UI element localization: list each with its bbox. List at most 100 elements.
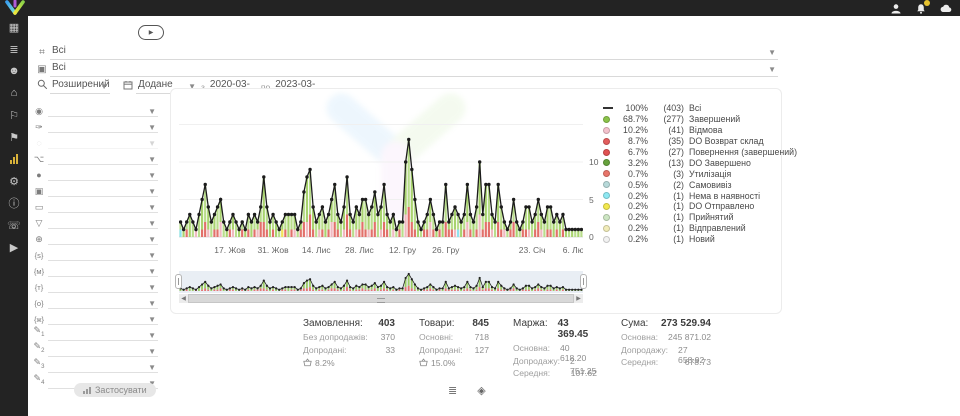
person-filter-select[interactable]: ▼ (48, 168, 158, 181)
sidebar-item-marketing-icon[interactable]: ⚑ (0, 126, 28, 148)
stat-title: Товари: (419, 318, 455, 329)
products-filter-row[interactable]: ▣ Всі ▼ (34, 61, 778, 77)
legend-dot-marker (603, 236, 616, 243)
chevron-down-icon: ▼ (148, 283, 156, 292)
structure-filter-select[interactable]: ▼ (48, 152, 158, 165)
funnel-filter-select[interactable]: ▼ (48, 216, 158, 229)
legend-item[interactable]: 8.7%(35)DO Возврат склад (603, 136, 779, 147)
legend-dot-marker (603, 214, 616, 221)
note-1-filter-select[interactable]: ▼ (48, 328, 158, 341)
sidebar-item-price-tags-icon[interactable]: ⚐ (0, 104, 28, 126)
sidebar-item-clients-icon[interactable]: ☻ (0, 60, 28, 82)
chart-scrollbar[interactable]: ◀ ▶ (179, 294, 583, 303)
legend-item[interactable]: 0.2%(1)Нема в наявності (603, 190, 779, 201)
package-icon[interactable]: ◈ (477, 384, 485, 397)
sidebar-item-automation-icon[interactable]: ⚙ (0, 170, 28, 192)
source-filter[interactable]: ⊕▼ (30, 230, 158, 245)
person-filter[interactable]: ●▼ (30, 166, 158, 181)
legend-label: Всі (689, 103, 701, 113)
sidebar-item-orders-icon[interactable]: ≣ (0, 38, 28, 60)
manager-filter-select[interactable]: ▼ (48, 120, 158, 133)
svg-text:14. Лис: 14. Лис (302, 245, 332, 255)
custom-field-m-filter-select[interactable]: ▼ (48, 264, 158, 277)
source-filter-select[interactable]: ▼ (48, 232, 158, 245)
custom-field-o-filter-select[interactable]: ▼ (48, 296, 158, 309)
custom-field-t-filter[interactable]: {т}▼ (30, 278, 158, 293)
user-icon[interactable] (890, 2, 902, 14)
products-filter-select[interactable]: Всі ▼ (50, 62, 778, 77)
main-content: ▶ ⌗ Всі ▼ ▣ Всі ▼ Розширений ▼ (28, 16, 960, 416)
legend-item[interactable]: 100%(403)Всі (603, 103, 779, 114)
scroll-left-icon[interactable]: ◀ (179, 295, 188, 302)
scrollbar-thumb[interactable] (188, 294, 574, 303)
geo-filter-select[interactable]: ▼ (48, 104, 158, 117)
status-filter-select[interactable]: Всі ▼ (50, 45, 778, 60)
legend-item[interactable]: 0.7%(3)Утилізація (603, 168, 779, 179)
sidebar-item-dashboard-icon[interactable]: ▦ (0, 16, 28, 38)
legend-item[interactable]: 0.2%(1)Відправлений (603, 223, 779, 234)
product-filter-select[interactable]: ▼ (48, 184, 158, 197)
scroll-right-icon[interactable]: ▶ (574, 295, 583, 302)
funnel-filter[interactable]: ▽▼ (30, 214, 158, 229)
disabled-filter[interactable]: ◌▼ (30, 134, 158, 149)
theme-cloud-icon[interactable] (940, 2, 952, 14)
sidebar-item-analytics-icon[interactable] (0, 148, 28, 170)
orders-chart[interactable]: 17. Жов31. Жов14. Лис28. Лис12. Гру26. Г… (179, 101, 583, 257)
legend-count: (403) (648, 103, 684, 113)
sidebar-item-video-lessons-icon[interactable]: ▶ (0, 236, 28, 258)
custom-field-zh-filter[interactable]: {ж}▼ (30, 310, 158, 325)
navigator-left-handle[interactable] (175, 274, 182, 289)
summary-list-icon[interactable]: ≣ (448, 384, 457, 397)
legend-item[interactable]: 0.5%(2)Самовивіз (603, 179, 779, 190)
note-3-filter-select[interactable]: ▼ (48, 360, 158, 373)
custom-field-m-filter[interactable]: {м}▼ (30, 262, 158, 277)
sidebar-item-support-icon[interactable]: ☏ (0, 214, 28, 236)
note-1-filter[interactable]: ✎1▼ (30, 326, 158, 341)
custom-field-s-filter[interactable]: {s}▼ (30, 246, 158, 261)
navigator-right-handle[interactable] (580, 274, 587, 289)
structure-filter[interactable]: ⌥▼ (30, 150, 158, 165)
notifications-bell-icon[interactable] (915, 2, 927, 14)
custom-field-t-filter-select[interactable]: ▼ (48, 280, 158, 293)
sidebar-item-shop-icon[interactable]: ⌂ (0, 82, 28, 104)
search-mode-select[interactable]: Розширений ▼ (50, 79, 110, 94)
legend-pct: 0.2% (616, 212, 648, 222)
svg-text:6. Лют: 6. Лют (563, 245, 583, 255)
custom-field-s-filter-select[interactable]: ▼ (48, 248, 158, 261)
payment-filter[interactable]: ▭▼ (30, 198, 158, 213)
geo-filter[interactable]: ◉▼ (30, 102, 158, 117)
chevron-down-icon: ▼ (148, 139, 156, 148)
apply-button-label: Застосувати (95, 385, 147, 395)
legend-label: Нема в наявності (689, 191, 760, 201)
legend-item[interactable]: 68.7%(277)Завершений (603, 114, 779, 125)
legend-item[interactable]: 10.2%(41)Відмова (603, 125, 779, 136)
manager-filter[interactable]: ✑▼ (30, 118, 158, 133)
sidebar-item-info-icon[interactable]: ⓘ (0, 192, 28, 214)
stat-sub-row: Основні:718 (419, 332, 489, 345)
legend-item[interactable]: 3.2%(13)DO Завершено (603, 157, 779, 168)
disabled-filter-select[interactable]: ▼ (48, 136, 158, 149)
status-filter-value: Всі (52, 45, 66, 56)
apply-button[interactable]: Застосувати (74, 383, 156, 397)
analytics-chart-card: 17. Жов31. Жов14. Лис28. Лис12. Гру26. Г… (170, 88, 782, 314)
custom-field-o-filter[interactable]: {о}▼ (30, 294, 158, 309)
note-2-filter-select[interactable]: ▼ (48, 344, 158, 357)
payment-filter-select[interactable]: ▼ (48, 200, 158, 213)
stat-title-row: Замовлення:403 (303, 318, 395, 329)
legend-item[interactable]: 0.2%(1)Новий (603, 234, 779, 245)
legend-count: (3) (648, 169, 684, 179)
note-2-filter[interactable]: ✎2▼ (30, 342, 158, 357)
y-axis-label: 5 (589, 195, 594, 205)
legend-item[interactable]: 0.2%(1)DO Отправлено (603, 201, 779, 212)
note-3-filter[interactable]: ✎3▼ (30, 358, 158, 373)
brand-logo-icon[interactable] (3, 0, 27, 16)
chevron-down-icon: ▼ (148, 347, 156, 356)
status-filter-row[interactable]: ⌗ Всі ▼ (34, 44, 778, 60)
video-hint-icon[interactable]: ▶ (138, 25, 164, 40)
legend-item[interactable]: 0.2%(1)Прийнятий (603, 212, 779, 223)
product-filter[interactable]: ▣▼ (30, 182, 158, 197)
custom-field-zh-filter-select[interactable]: ▼ (48, 312, 158, 325)
chart-navigator[interactable] (179, 271, 583, 293)
legend-label: Прийнятий (689, 212, 734, 222)
legend-item[interactable]: 6.7%(27)Повернення (завершений) (603, 147, 779, 158)
